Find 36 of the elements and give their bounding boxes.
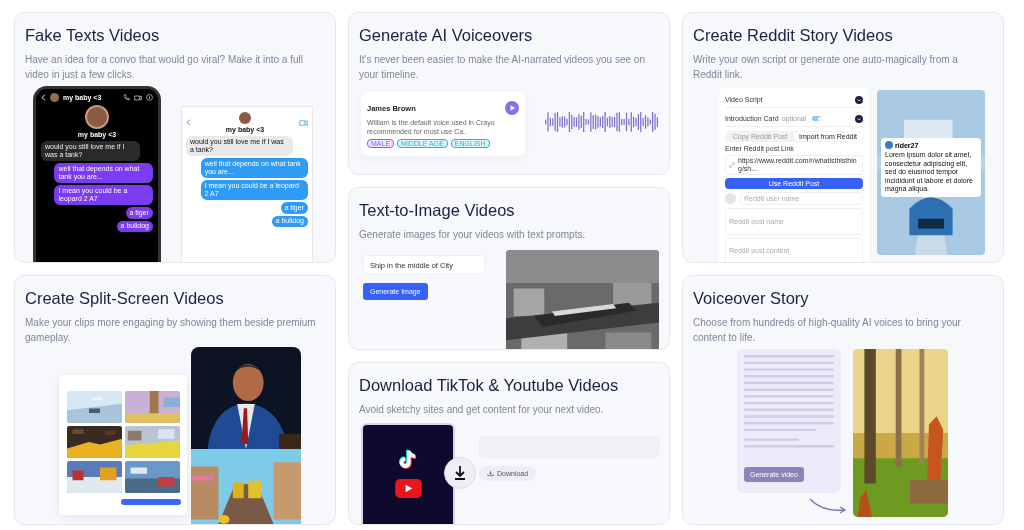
info-icon xyxy=(146,94,153,101)
card-title: Generate AI Voiceovers xyxy=(359,25,533,45)
back-chevron-icon xyxy=(41,94,46,101)
video-call-icon xyxy=(299,119,308,126)
avatar xyxy=(85,105,109,129)
card-title: Text-to-Image Videos xyxy=(359,200,515,220)
card-description: Generate images for your videos with text prompts. xyxy=(359,228,586,242)
chevron-icon[interactable] xyxy=(855,114,863,123)
avatar xyxy=(239,112,251,124)
phone-icon xyxy=(123,94,130,101)
link-icon xyxy=(729,162,735,168)
card-title: Create Split-Screen Videos xyxy=(25,287,224,308)
card-title: Download TikTok & Youtube Videos xyxy=(359,375,619,395)
card-description: Avoid sketchy sites and get content for your next video. xyxy=(359,403,604,417)
card-title: Fake Texts Videos xyxy=(25,25,160,45)
card-description: It's never been easier to make the AI-narrated videos you see on your timeline. xyxy=(359,53,646,82)
video-call-icon xyxy=(134,94,142,101)
play-icon[interactable] xyxy=(504,101,519,115)
avatar xyxy=(885,141,893,149)
card-description: Make your clips more engaging by showing them beside premium gameplay. xyxy=(25,315,317,345)
curved-arrow-icon xyxy=(808,496,848,515)
toggle-switch[interactable] xyxy=(812,116,823,121)
music-note-icon xyxy=(399,449,417,469)
chevron-icon[interactable] xyxy=(855,95,863,104)
next-button[interactable] xyxy=(121,498,181,505)
card-description: Write your own script or generate one auto-magically from a Reddit link. xyxy=(693,53,959,82)
card-title: Create Reddit Story Videos xyxy=(693,25,893,45)
card-description: Choose from hundreds of high-quality AI voices to bring your content to life. xyxy=(693,315,962,345)
avatar xyxy=(725,193,736,204)
back-chevron-icon xyxy=(186,119,191,126)
play-icon xyxy=(394,479,422,498)
card-description: Have an idea for a convo that would go viral? Make it into a full video in just a few clicks. xyxy=(25,53,304,82)
avatar xyxy=(50,93,59,102)
download-icon xyxy=(487,470,494,477)
card-title: Voiceover Story xyxy=(693,287,809,308)
download-icon[interactable] xyxy=(444,457,476,489)
